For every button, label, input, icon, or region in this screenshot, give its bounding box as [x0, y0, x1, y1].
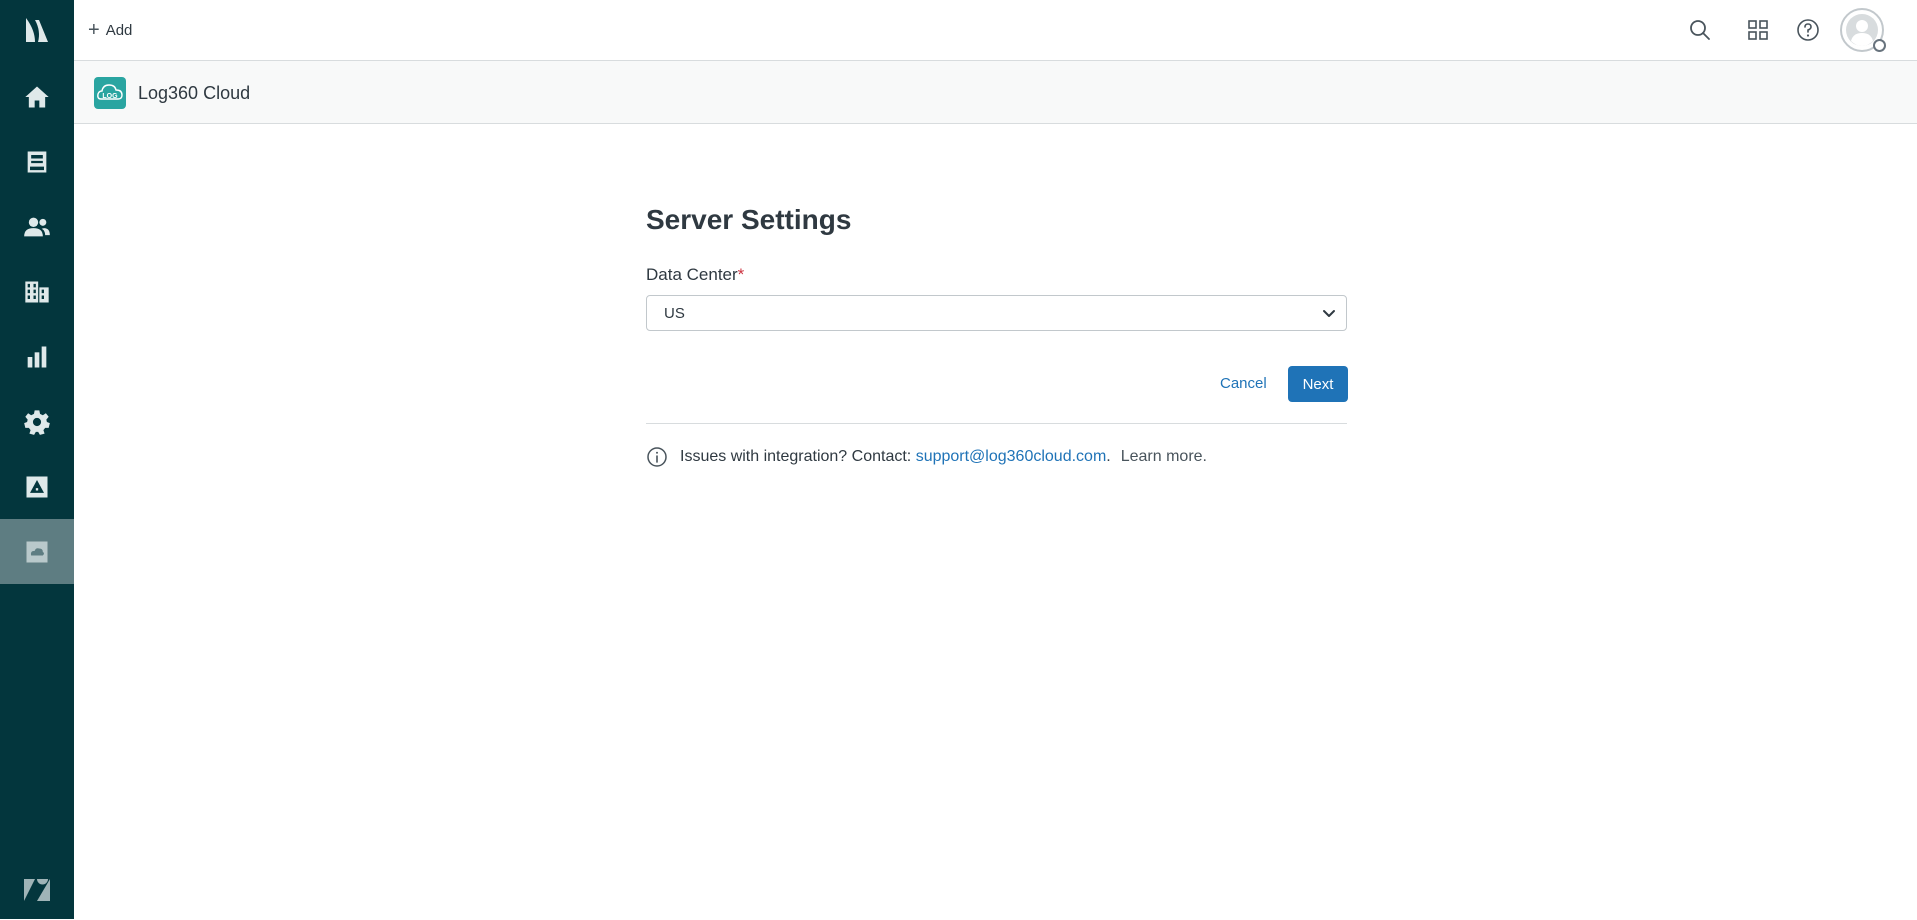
home-icon [25, 86, 49, 107]
data-center-selected-value: US [664, 305, 685, 322]
data-center-label-text: Data Center [646, 265, 738, 284]
plus-icon: + [88, 19, 100, 41]
learn-more-link[interactable]: Learn more. [1121, 448, 1207, 466]
info-icon [647, 447, 667, 467]
zendesk-logo-icon[interactable] [0, 0, 74, 60]
gear-icon [24, 409, 50, 435]
main-sidebar [0, 0, 74, 919]
sidebar-item-organizations[interactable] [0, 259, 74, 324]
search-icon [1690, 20, 1710, 40]
app-title: Log360 Cloud [138, 83, 251, 103]
products-button[interactable] [1742, 14, 1774, 46]
chevron-down-icon [1323, 310, 1335, 317]
sidebar-item-home[interactable] [0, 64, 74, 129]
sidebar-item-reporting[interactable] [0, 324, 74, 389]
help-button[interactable] [1792, 14, 1824, 46]
search-button[interactable] [1684, 14, 1716, 46]
help-icon [1797, 19, 1819, 41]
support-info: Issues with integration? Contact: suppor… [646, 445, 1347, 469]
sidebar-item-customers[interactable] [0, 194, 74, 259]
building-icon [25, 281, 49, 302]
support-period: . [1106, 448, 1111, 465]
data-center-select[interactable]: US [646, 295, 1347, 331]
form-actions: Cancel Next [646, 366, 1348, 402]
divider [646, 423, 1347, 424]
image-icon [26, 476, 48, 497]
support-text: Issues with integration? Contact: [680, 448, 912, 465]
server-settings-form: Server Settings Data Center* US Cancel N… [646, 200, 1348, 469]
sidebar-item-admin[interactable] [0, 389, 74, 454]
required-marker: * [737, 265, 745, 284]
logo-text: LOG [102, 93, 118, 100]
cancel-button[interactable]: Cancel [1220, 375, 1267, 392]
inbox-icon [27, 151, 47, 172]
next-button[interactable]: Next [1288, 366, 1348, 402]
users-icon [24, 217, 50, 236]
status-indicator [1873, 39, 1886, 52]
grid-icon [1748, 20, 1768, 40]
log360-logo-icon: LOG [94, 77, 126, 109]
add-button[interactable]: + Add [88, 16, 132, 44]
add-button-label: Add [105, 21, 133, 39]
app-icon [26, 541, 48, 562]
support-email-link[interactable]: support@log360cloud.com [916, 448, 1107, 466]
sidebar-item-log360[interactable] [0, 519, 74, 584]
top-header: + Add [74, 0, 1917, 61]
data-center-label: Data Center* [646, 263, 1347, 287]
sidebar-item-guide[interactable] [0, 454, 74, 519]
sidebar-item-tickets[interactable] [0, 129, 74, 194]
page-title: Server Settings [646, 204, 852, 235]
app-header: LOG Log360 Cloud [74, 61, 1917, 124]
bar-chart-icon [27, 346, 47, 367]
zendesk-z-logo-icon[interactable] [0, 860, 74, 920]
